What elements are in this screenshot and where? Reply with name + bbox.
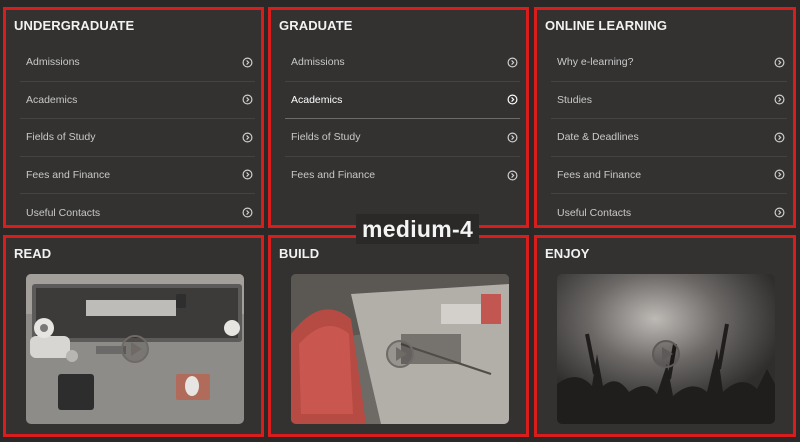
panel-title: READ	[14, 246, 52, 261]
grid-size-label: medium-4	[356, 214, 480, 244]
menu-item-date-and-deadlines[interactable]: Date & Deadlines	[551, 119, 787, 157]
menu-item-academics-active[interactable]: Academics	[285, 82, 520, 119]
panel-read: READ	[3, 235, 264, 437]
menu-item-label: Fields of Study	[26, 131, 96, 144]
chevron-right-circle-icon	[507, 57, 518, 68]
menu-item-label: Date & Deadlines	[557, 131, 639, 144]
chevron-right-circle-icon	[242, 57, 253, 68]
menu-item-studies[interactable]: Studies	[551, 82, 787, 119]
panel-title: GRADUATE	[279, 18, 353, 33]
chevron-right-circle-icon	[774, 207, 785, 218]
chevron-right-circle-icon	[774, 57, 785, 68]
panel-title: BUILD	[279, 246, 320, 261]
menu-item-why-e-learning[interactable]: Why e-learning?	[551, 44, 787, 82]
panel-title: ENJOY	[545, 246, 590, 261]
menu-online-learning: Why e-learning? Studies Date & Deadlines…	[551, 44, 787, 232]
menu-item-label: Fees and Finance	[26, 168, 111, 181]
menu-item-fees-and-finance[interactable]: Fees and Finance	[20, 157, 255, 194]
chevron-right-circle-icon	[242, 207, 253, 218]
panel-online-learning: ONLINE LEARNING Why e-learning? Studies …	[534, 7, 796, 228]
menu-item-label: Useful Contacts	[26, 206, 101, 219]
menu-item-useful-contacts[interactable]: Useful Contacts	[20, 194, 255, 232]
menu-item-label: Admissions	[26, 56, 80, 69]
panel-enjoy: ENJOY	[534, 235, 796, 437]
menu-item-fields-of-study[interactable]: Fields of Study	[285, 119, 520, 157]
play-circle-icon[interactable]	[385, 339, 415, 369]
menu-item-label: Fees and Finance	[291, 169, 376, 182]
chevron-right-circle-icon	[242, 169, 253, 180]
menu-undergraduate: Admissions Academics Fields of Study Fee…	[20, 44, 255, 232]
chevron-right-circle-icon	[242, 132, 253, 143]
panel-graduate: GRADUATE Admissions Academics Fields of …	[268, 7, 529, 228]
menu-item-academics[interactable]: Academics	[20, 82, 255, 119]
panel-title: UNDERGRADUATE	[14, 18, 135, 33]
menu-item-useful-contacts[interactable]: Useful Contacts	[551, 194, 787, 232]
chevron-right-circle-icon	[507, 94, 518, 105]
video-thumbnail-enjoy[interactable]	[557, 274, 775, 424]
chevron-right-circle-icon	[774, 169, 785, 180]
menu-item-label: Useful Contacts	[557, 206, 632, 219]
chevron-right-circle-icon	[507, 170, 518, 181]
menu-item-admissions[interactable]: Admissions	[20, 44, 255, 82]
video-thumbnail-build[interactable]	[291, 274, 509, 424]
menu-item-label: Why e-learning?	[557, 56, 634, 69]
play-circle-icon[interactable]	[651, 339, 681, 369]
menu-item-label: Fields of Study	[291, 131, 361, 144]
menu-item-label: Academics	[291, 93, 343, 106]
chevron-right-circle-icon	[774, 132, 785, 143]
chevron-right-circle-icon	[507, 132, 518, 143]
panel-undergraduate: UNDERGRADUATE Admissions Academics Field…	[3, 7, 264, 228]
chevron-right-circle-icon	[774, 94, 785, 105]
menu-item-label: Fees and Finance	[557, 168, 642, 181]
menu-item-admissions[interactable]: Admissions	[285, 44, 520, 82]
panel-build: BUILD	[268, 235, 529, 437]
menu-item-fees-and-finance[interactable]: Fees and Finance	[551, 157, 787, 194]
menu-graduate: Admissions Academics Fields of Study Fee…	[285, 44, 520, 194]
menu-item-fields-of-study[interactable]: Fields of Study	[20, 119, 255, 157]
chevron-right-circle-icon	[242, 94, 253, 105]
menu-item-fees-and-finance[interactable]: Fees and Finance	[285, 157, 520, 195]
menu-item-label: Studies	[557, 93, 593, 106]
panel-title: ONLINE LEARNING	[545, 18, 668, 33]
menu-item-label: Academics	[26, 93, 78, 106]
menu-item-label: Admissions	[291, 56, 345, 69]
play-circle-icon[interactable]	[120, 334, 150, 364]
video-thumbnail-read[interactable]	[26, 274, 244, 424]
